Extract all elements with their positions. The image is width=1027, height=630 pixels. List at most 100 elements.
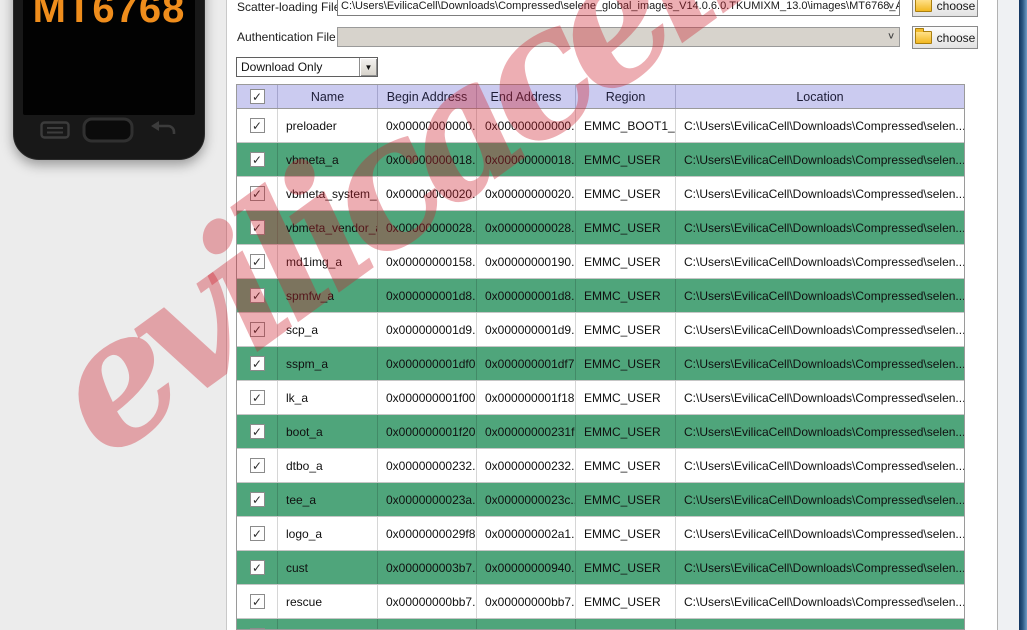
scatter-file-path: C:\Users\EvilicaCell\Downloads\Compresse… xyxy=(338,0,899,15)
location-cell: C:\Users\EvilicaCell\Downloads\Compresse… xyxy=(676,177,964,210)
table-row[interactable]: ✓md1img_a0x00000000158...0x00000000190..… xyxy=(237,245,964,279)
row-checkbox[interactable]: ✓ xyxy=(250,492,265,507)
region-cell: EMMC_USER xyxy=(576,143,676,176)
region-cell: EMMC_USER xyxy=(576,517,676,550)
column-header-name[interactable]: Name xyxy=(278,85,378,108)
table-row[interactable]: ✓sspm_a0x000000001df0...0x000000001df7..… xyxy=(237,347,964,381)
row-checkbox-cell: ✓ xyxy=(237,245,278,278)
region-cell: EMMC_USER xyxy=(576,551,676,584)
row-checkbox[interactable]: ✓ xyxy=(250,594,265,609)
table-row[interactable]: ✓0x00000000...0x00000000...EMMC_USERC:\U… xyxy=(237,619,964,630)
row-checkbox[interactable]: ✓ xyxy=(250,560,265,575)
region-cell: EMMC_USER xyxy=(576,211,676,244)
table-header: ✓ Name Begin Address End Address Region … xyxy=(237,85,964,109)
region-cell: EMMC_USER xyxy=(576,245,676,278)
download-mode-select[interactable]: Download Only ▼ xyxy=(236,57,378,77)
column-header-region[interactable]: Region xyxy=(576,85,676,108)
region-cell: EMMC_USER xyxy=(576,279,676,312)
row-checkbox[interactable]: ✓ xyxy=(250,288,265,303)
begin-address-cell: 0x00000000018... xyxy=(378,143,477,176)
location-cell: C:\Users\EvilicaCell\Downloads\Compresse… xyxy=(676,211,964,244)
row-checkbox-cell: ✓ xyxy=(237,483,278,516)
row-checkbox-cell: ✓ xyxy=(237,449,278,482)
location-cell: C:\Users\EvilicaCell\Downloads\Compresse… xyxy=(676,449,964,482)
begin-address-cell: 0x00000000158... xyxy=(378,245,477,278)
table-row[interactable]: ✓vbmeta_system_a0x00000000020...0x000000… xyxy=(237,177,964,211)
row-checkbox[interactable]: ✓ xyxy=(250,118,265,133)
row-checkbox-cell: ✓ xyxy=(237,517,278,550)
table-row[interactable]: ✓spmfw_a0x000000001d8...0x000000001d8...… xyxy=(237,279,964,313)
row-checkbox[interactable]: ✓ xyxy=(250,220,265,235)
location-cell: C:\Users\EvilicaCell\Downloads\Compresse… xyxy=(676,381,964,414)
row-checkbox[interactable]: ✓ xyxy=(250,152,265,167)
row-checkbox[interactable]: ✓ xyxy=(250,424,265,439)
partition-name-cell: lk_a xyxy=(278,381,378,414)
begin-address-cell: 0x0000000023a... xyxy=(378,483,477,516)
table-row[interactable]: ✓cust0x000000003b7...0x00000000940...EMM… xyxy=(237,551,964,585)
chevron-down-icon[interactable]: ∨ xyxy=(887,30,895,40)
table-row[interactable]: ✓vbmeta_a0x00000000018...0x00000000018..… xyxy=(237,143,964,177)
region-cell: EMMC_USER xyxy=(576,381,676,414)
location-cell: C:\Users\EvilicaCell\Downloads\Compresse… xyxy=(676,143,964,176)
row-checkbox-cell: ✓ xyxy=(237,109,278,142)
auth-file-combo[interactable]: ∨ xyxy=(337,27,900,47)
row-checkbox[interactable]: ✓ xyxy=(250,458,265,473)
region-cell: EMMC_USER xyxy=(576,585,676,618)
table-row[interactable]: ✓lk_a0x000000001f00...0x000000001f18...E… xyxy=(237,381,964,415)
dropdown-arrow-icon[interactable]: ▼ xyxy=(359,58,377,76)
begin-address-cell: 0x0000000029f8... xyxy=(378,517,477,550)
partition-name-cell: dtbo_a xyxy=(278,449,378,482)
location-cell: C:\Users\EvilicaCell\Downloads\Compresse… xyxy=(676,313,964,346)
table-row[interactable]: ✓dtbo_a0x00000000232...0x00000000232...E… xyxy=(237,449,964,483)
location-cell: C:\Users\EvilicaCell\Downloads\Compresse… xyxy=(676,551,964,584)
partition-name-cell: sspm_a xyxy=(278,347,378,380)
table-row[interactable]: ✓logo_a0x0000000029f8...0x000000002a1...… xyxy=(237,517,964,551)
right-gutter xyxy=(998,0,1019,630)
phone-image: MT6768 xyxy=(13,0,205,160)
end-address-cell: 0x00000000940... xyxy=(477,551,576,584)
column-header-end-address[interactable]: End Address xyxy=(477,85,576,108)
row-checkbox[interactable]: ✓ xyxy=(250,322,265,337)
table-row[interactable]: ✓preloader0x00000000000...0x00000000000.… xyxy=(237,109,964,143)
device-panel: MT6768 xyxy=(0,0,227,630)
auth-choose-button[interactable]: choose xyxy=(912,26,978,49)
partition-name-cell: vbmeta_system_a xyxy=(278,177,378,210)
region-cell: EMMC_USER xyxy=(576,483,676,516)
scatter-choose-button[interactable]: choose xyxy=(912,0,978,17)
row-checkbox[interactable]: ✓ xyxy=(250,526,265,541)
column-header-location[interactable]: Location xyxy=(676,85,964,108)
select-all-header-cell[interactable]: ✓ xyxy=(237,85,278,108)
begin-address-cell: 0x000000001f00... xyxy=(378,381,477,414)
end-address-cell: 0x000000001d8... xyxy=(477,279,576,312)
begin-address-cell: 0x00000000028... xyxy=(378,211,477,244)
chevron-down-icon[interactable]: ∨ xyxy=(887,0,895,10)
table-row[interactable]: ✓vbmeta_vendor_a0x00000000028...0x000000… xyxy=(237,211,964,245)
location-cell: C:\Users\EvilicaCell\Downloads\Compresse… xyxy=(676,619,964,630)
end-address-cell: 0x00000000020... xyxy=(477,177,576,210)
back-icon xyxy=(146,120,178,140)
scatter-file-combo[interactable]: C:\Users\EvilicaCell\Downloads\Compresse… xyxy=(337,0,900,16)
begin-address-cell: 0x000000003b7... xyxy=(378,551,477,584)
row-checkbox[interactable]: ✓ xyxy=(250,186,265,201)
row-checkbox-cell: ✓ xyxy=(237,551,278,584)
begin-address-cell: 0x000000001d9... xyxy=(378,313,477,346)
table-row[interactable]: ✓scp_a0x000000001d9...0x000000001d9...EM… xyxy=(237,313,964,347)
location-cell: C:\Users\EvilicaCell\Downloads\Compresse… xyxy=(676,109,964,142)
begin-address-cell: 0x00000000... xyxy=(378,619,477,630)
row-checkbox[interactable]: ✓ xyxy=(250,390,265,405)
table-row[interactable]: ✓boot_a0x000000001f20...0x00000000231f..… xyxy=(237,415,964,449)
select-all-checkbox[interactable]: ✓ xyxy=(250,89,265,104)
column-header-begin-address[interactable]: Begin Address xyxy=(378,85,477,108)
table-row[interactable]: ✓rescue0x00000000bb7...0x00000000bb7...E… xyxy=(237,585,964,619)
end-address-cell: 0x0000000023c... xyxy=(477,483,576,516)
choose-button-label: choose xyxy=(937,31,976,45)
row-checkbox[interactable]: ✓ xyxy=(250,254,265,269)
table-row[interactable]: ✓ tee_a0x0000000023a...0x0000000023c...EM… xyxy=(237,483,964,517)
partition-name-cell xyxy=(278,619,378,630)
begin-address-cell: 0x00000000232... xyxy=(378,449,477,482)
partition-name-cell: tee_a xyxy=(278,483,378,516)
region-cell: EMMC_USER xyxy=(576,619,676,630)
row-checkbox[interactable]: ✓ xyxy=(250,356,265,371)
partition-name-cell: scp_a xyxy=(278,313,378,346)
row-checkbox-cell: ✓ xyxy=(237,313,278,346)
